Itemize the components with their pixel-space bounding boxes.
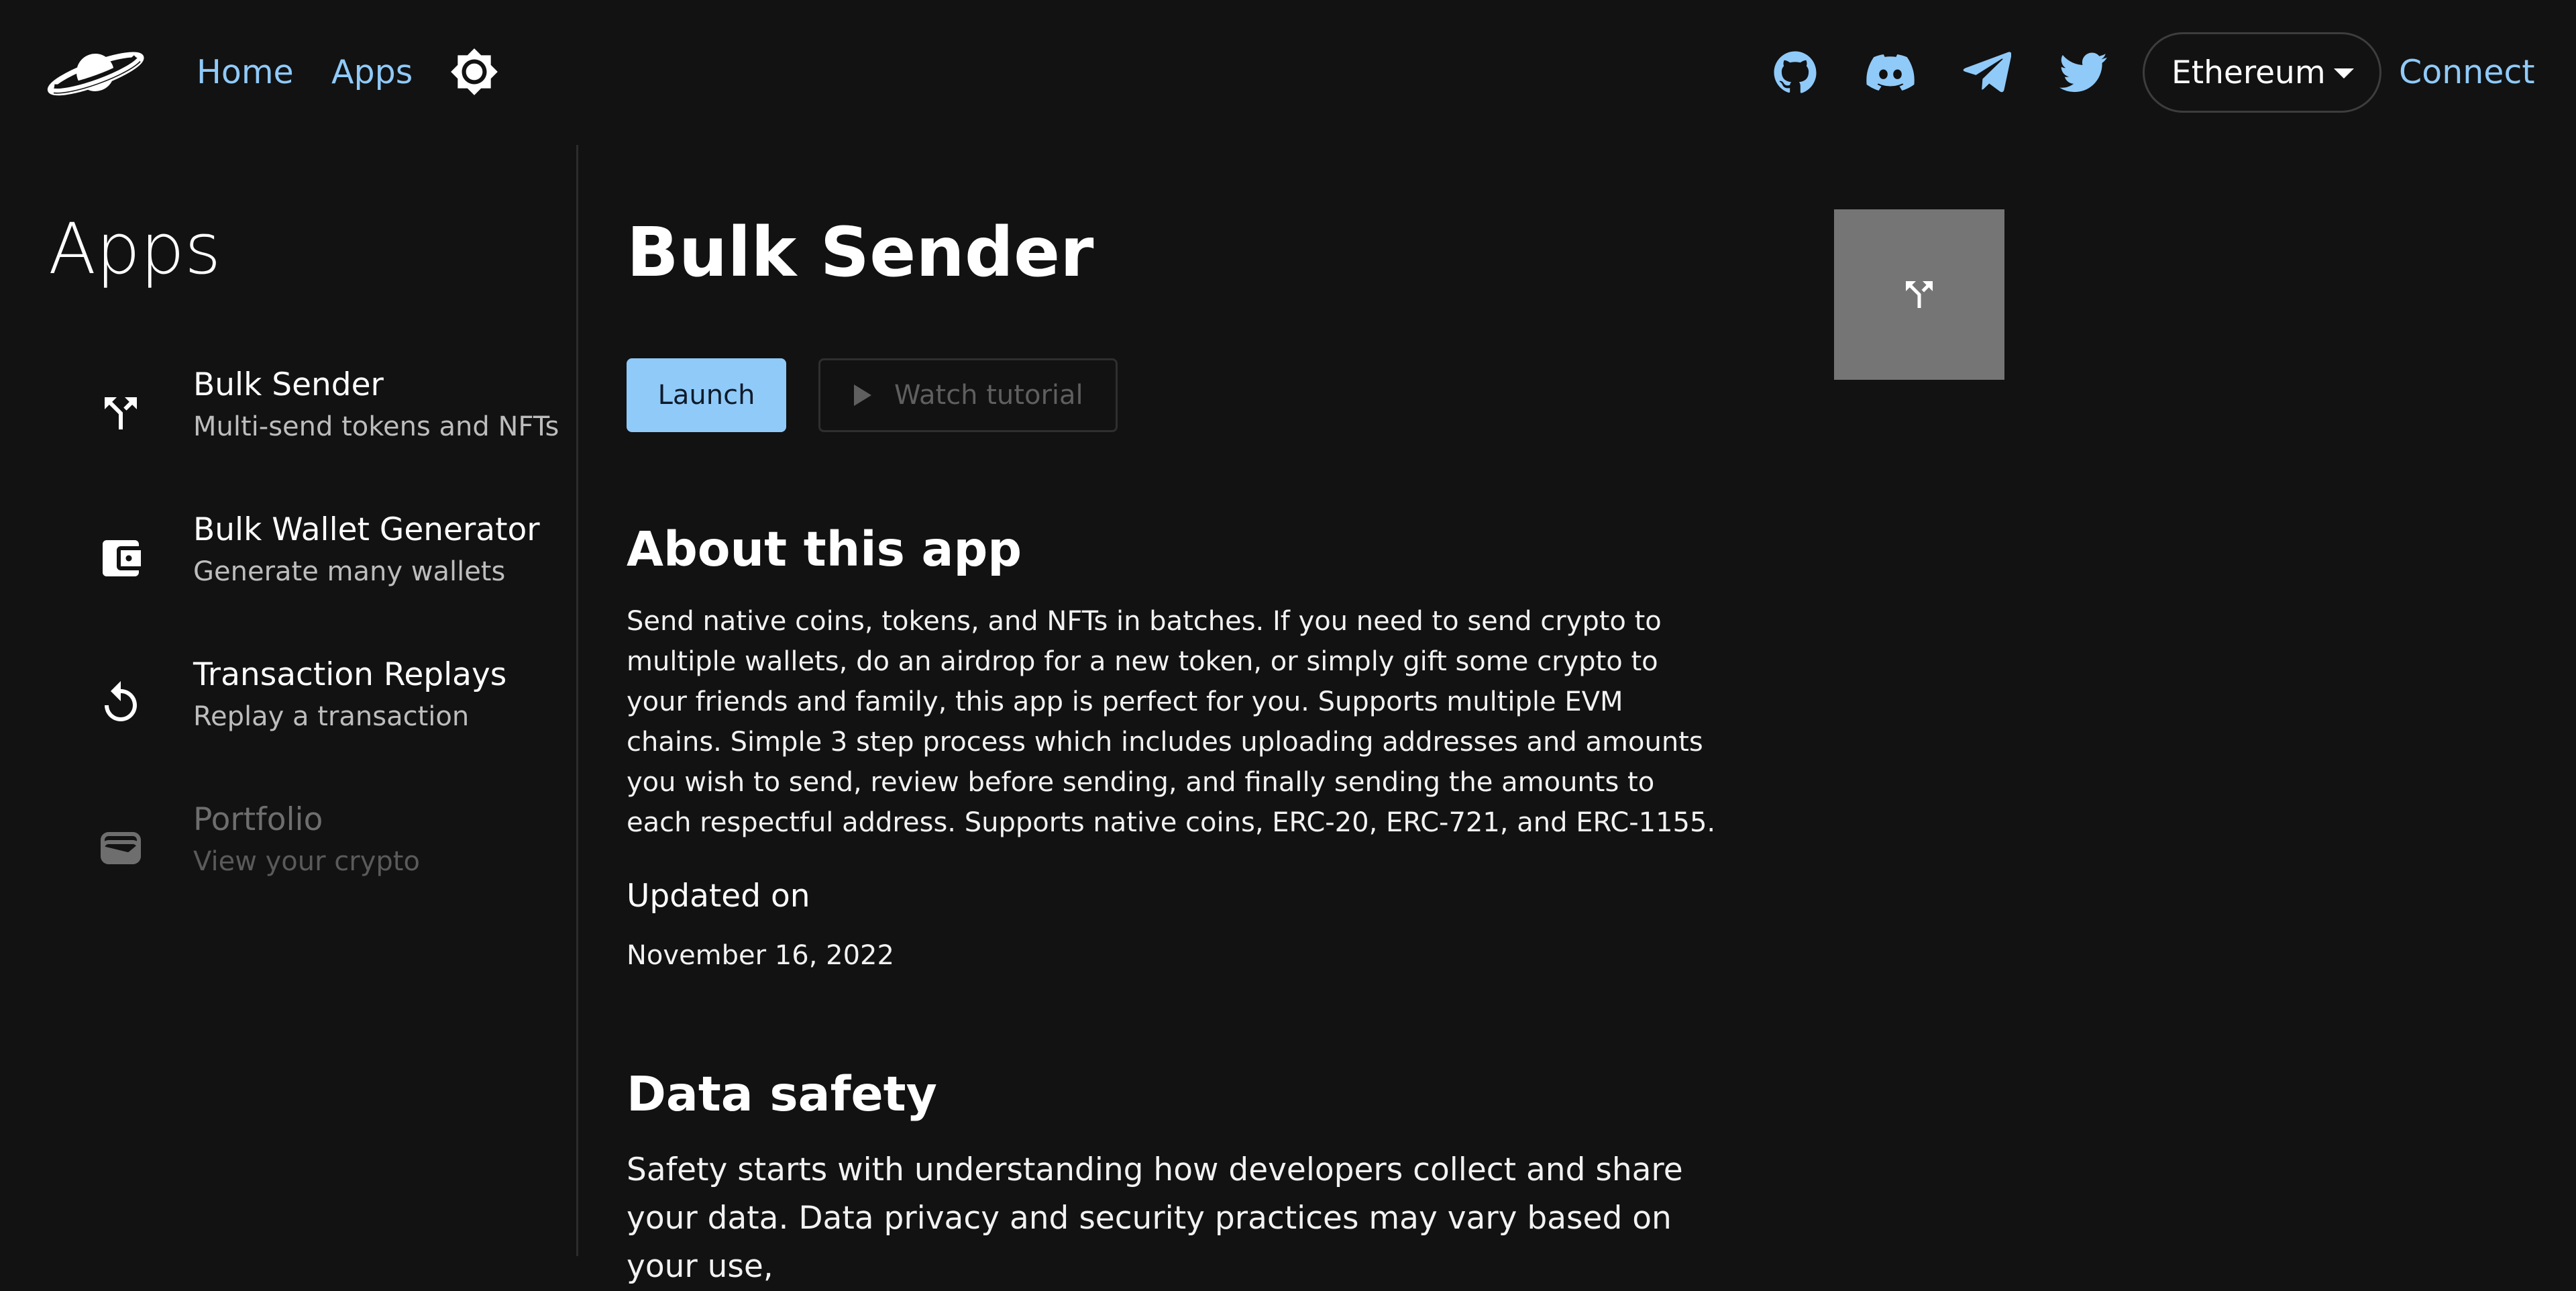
about-heading: About this app	[627, 521, 1022, 577]
launch-button[interactable]: Launch	[627, 358, 786, 432]
wallet-icon	[103, 540, 141, 576]
card-wallet-icon	[101, 832, 141, 864]
page-title: Bulk Sender	[627, 213, 1094, 293]
sidebar-item-title: Bulk Sender	[193, 366, 384, 403]
sidebar-item-transaction-replays[interactable]: Transaction Replays Replay a transaction	[74, 655, 557, 762]
connect-button[interactable]: Connect	[2399, 52, 2535, 93]
top-bar: Home Apps Ethereum Connect	[0, 0, 2576, 145]
nav-home-link[interactable]: Home	[197, 52, 294, 93]
telegram-icon[interactable]	[1963, 48, 2011, 97]
sidebar-title: Apps	[48, 208, 221, 290]
watch-tutorial-button[interactable]: Watch tutorial	[818, 358, 1118, 432]
sidebar-item-bulk-sender[interactable]: Bulk Sender Multi-send tokens and NFTs	[74, 365, 559, 472]
discord-icon[interactable]	[1866, 48, 1915, 97]
call-split-icon	[105, 397, 137, 429]
data-safety-text: Safety starts with understanding how dev…	[627, 1151, 1683, 1285]
sidebar-item-subtitle: Generate many wallets	[193, 556, 506, 587]
play-icon	[854, 384, 871, 406]
watch-tutorial-label: Watch tutorial	[894, 380, 1083, 411]
github-icon[interactable]	[1771, 48, 1819, 97]
sidebar-item-title: Portfolio	[193, 801, 323, 838]
app-thumbnail	[1834, 209, 2004, 380]
sidebar-divider	[576, 145, 578, 1256]
network-select[interactable]: Ethereum	[2143, 32, 2381, 113]
sidebar-item-portfolio: Portfolio View your crypto	[74, 800, 557, 907]
sidebar-item-subtitle: View your crypto	[193, 846, 420, 877]
call-split-icon	[1906, 281, 1933, 308]
updated-date: November 16, 2022	[627, 940, 894, 971]
data-safety-heading: Data safety	[627, 1066, 937, 1122]
sidebar-item-subtitle: Replay a transaction	[193, 701, 470, 732]
brightness-icon[interactable]	[449, 47, 499, 97]
sidebar-item-bulk-wallet-generator[interactable]: Bulk Wallet Generator Generate many wall…	[74, 510, 557, 617]
chevron-down-icon	[2334, 68, 2354, 79]
sidebar-item-title: Transaction Replays	[193, 656, 507, 693]
updated-label: Updated on	[627, 878, 810, 915]
nav-apps-link[interactable]: Apps	[331, 52, 413, 93]
replay-icon	[105, 681, 137, 721]
sidebar-item-subtitle: Multi-send tokens and NFTs	[193, 411, 559, 442]
about-text: Send native coins, tokens, and NFTs in b…	[627, 606, 1716, 838]
saturn-logo-icon[interactable]	[46, 43, 145, 102]
network-select-value: Ethereum	[2171, 54, 2326, 91]
twitter-icon[interactable]	[2059, 48, 2108, 97]
sidebar-item-title: Bulk Wallet Generator	[193, 511, 540, 548]
